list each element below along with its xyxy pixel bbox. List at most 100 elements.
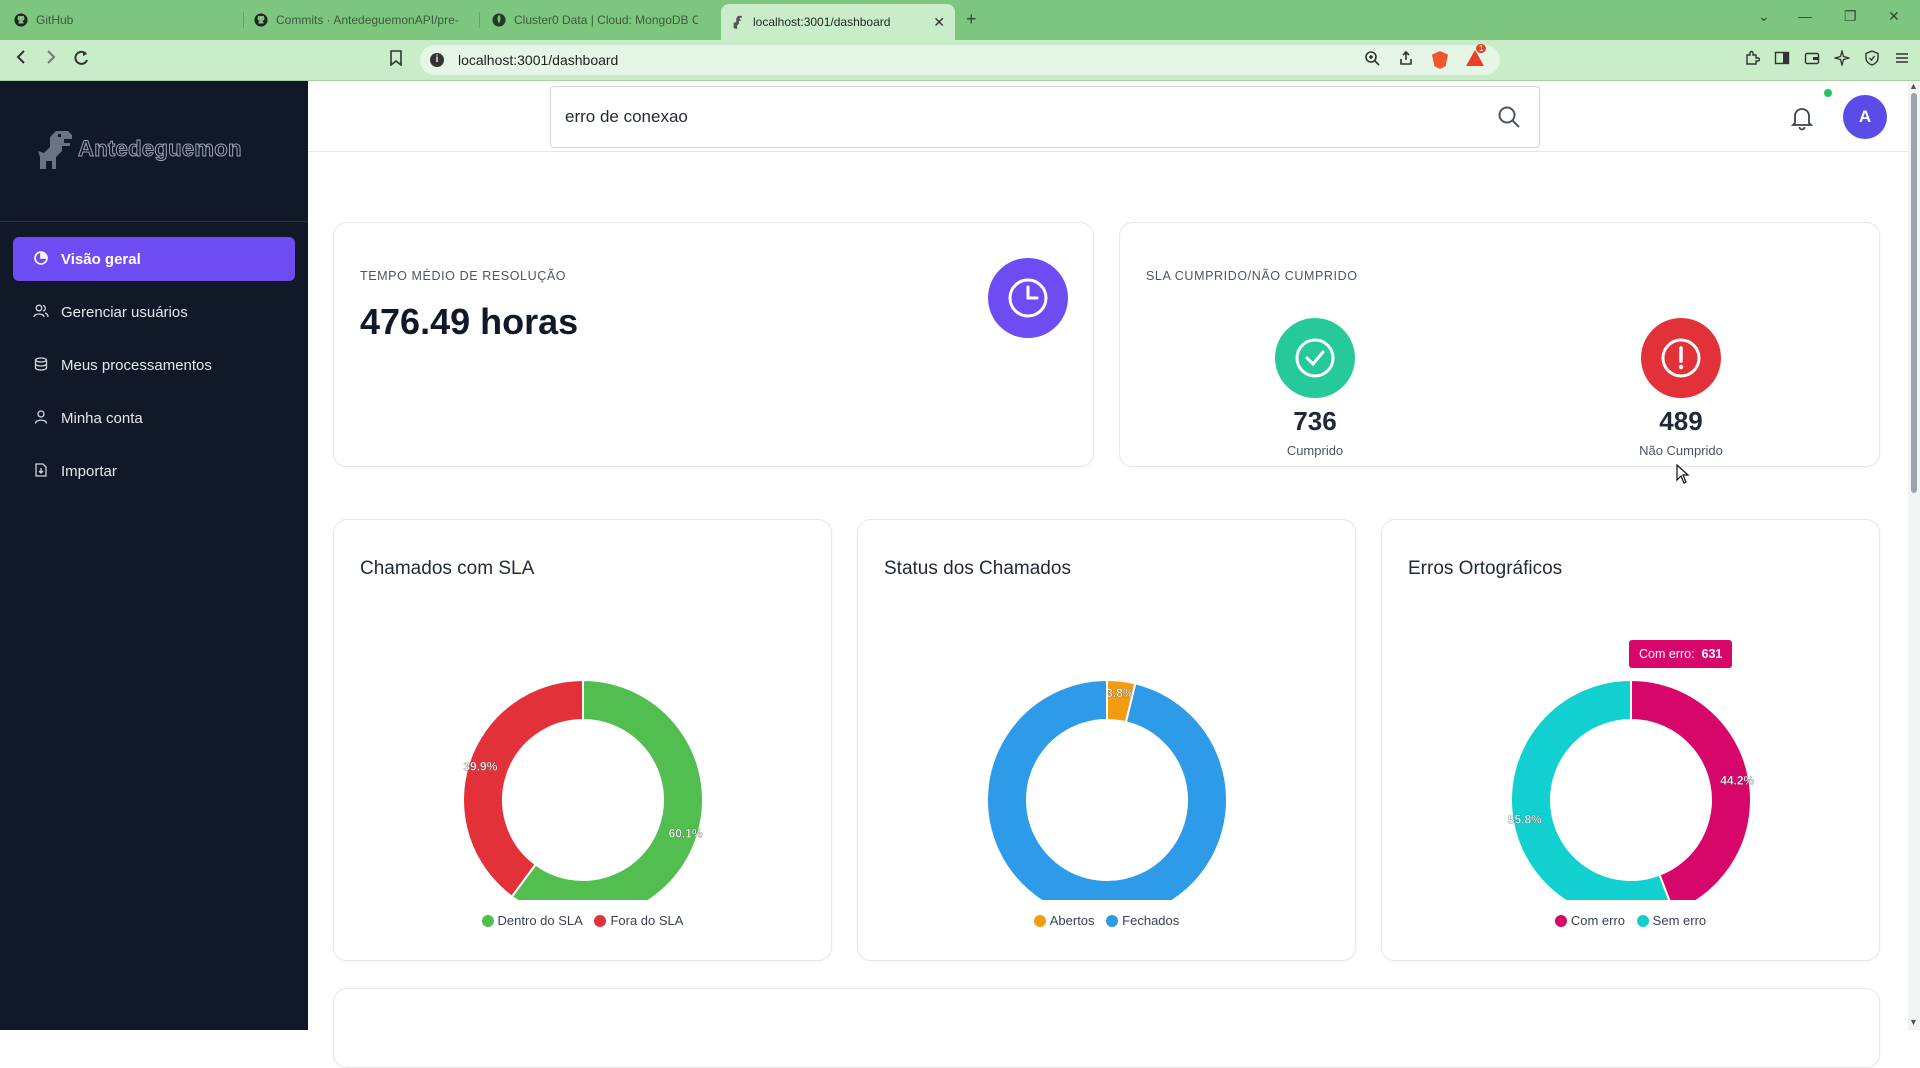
sidebar-item-label: Importar [61,462,117,480]
donut-slice[interactable] [1630,678,1752,900]
minimize-button[interactable]: — [1798,8,1812,24]
legend-item[interactable]: Abertos [1033,913,1095,928]
url-field[interactable]: i localhost:3001/dashboard 1 [420,44,1500,75]
next-card [333,988,1880,1068]
sidebar-divider [0,221,308,222]
vpn-icon[interactable] [1864,50,1880,71]
close-window-button[interactable]: ✕ [1888,8,1900,25]
share-icon[interactable] [1398,50,1414,70]
slice-label: 39.9% [463,759,497,773]
sla-missed-label: Não Cumprido [1639,443,1723,458]
sidebar-toggle-icon[interactable] [1774,50,1790,71]
close-tab-icon[interactable]: ✕ [925,14,945,31]
bell-icon[interactable] [1790,105,1814,136]
search-icon[interactable] [1497,105,1521,134]
scroll-up-arrow-icon[interactable]: ▲ [1909,81,1918,91]
donut-slice[interactable] [462,678,584,899]
wallet-icon[interactable] [1804,50,1820,71]
sidebar-item-label: Meus processamentos [61,356,212,374]
donut-chart-sla[interactable]: 60.1% 39.9% [334,610,833,900]
brand-name: Antedeguemon [78,136,242,162]
mouse-cursor-icon [1676,463,1690,489]
chart-title: Erros Ortográficos [1408,558,1563,579]
rewards-badge: 1 [1476,44,1487,53]
avg-resolution-card: TEMPO MÉDIO DE RESOLUÇÃO 476.49 horas [333,222,1094,467]
check-circle-icon [1275,318,1355,398]
github-icon [14,13,28,27]
back-button[interactable] [14,49,28,70]
sla-missed-value: 489 [1659,406,1703,436]
legend-item[interactable]: Dentro do SLA [481,913,583,928]
tab-dashboard[interactable]: localhost:3001/dashboard ✕ [721,4,955,40]
search-input[interactable] [565,107,1465,127]
chart-card-status: Status dos Chamados 3.8%96.2% Abertos Fe… [857,519,1356,961]
leo-ai-icon[interactable] [1832,48,1852,71]
alert-circle-icon [1641,318,1721,398]
brave-rewards-icon[interactable]: 1 [1466,44,1487,70]
chart-legend: Abertos Fechados [858,913,1355,928]
chart-legend: Dentro do SLA Fora do SLA [334,913,831,928]
extensions-icon[interactable] [1744,50,1761,71]
forward-button[interactable] [44,49,58,70]
sidebar-item-gerenciar-usuarios[interactable]: Gerenciar usuários [13,290,295,334]
dino-logo-icon [36,129,74,169]
slice-label: 44.2% [1720,773,1754,787]
user-icon [33,409,49,427]
page-scrollbar[interactable]: ▲ ▼ [1908,81,1920,1030]
sidebar-item-meus-processamentos[interactable]: Meus processamentos [13,343,295,387]
tab-title: GitHub [36,13,74,27]
pie-icon [33,250,49,268]
new-tab-button[interactable]: + [966,9,977,30]
brand-logo[interactable]: Antedeguemon [36,129,242,169]
address-bar: i localhost:3001/dashboard 1 [0,40,1920,81]
slice-label: 55.8% [1508,813,1542,827]
tab-github[interactable]: GitHub [4,5,242,35]
users-icon [33,304,49,321]
sidebar-item-visao-geral[interactable]: Visão geral [13,237,295,281]
chart-tooltip: Com erro: 631 [1629,640,1733,668]
clock-icon [988,258,1068,338]
sidebar-item-label: Gerenciar usuários [61,303,188,321]
sidebar-item-minha-conta[interactable]: Minha conta [13,396,295,440]
legend-item[interactable]: Fechados [1106,913,1179,928]
donut-chart-status[interactable]: 3.8%96.2% [858,610,1357,900]
scroll-down-arrow-icon[interactable]: ▼ [1909,1017,1918,1027]
brave-shields-icon[interactable] [1432,51,1448,69]
restore-button[interactable]: ❐ [1844,8,1857,25]
sidebar-item-importar[interactable]: Importar [13,449,295,493]
tab-title: Cluster0 Data | Cloud: MongoDB Cl [514,13,698,27]
bookmark-icon[interactable] [390,50,402,71]
github-icon [254,13,268,27]
zoom-icon[interactable] [1364,50,1380,70]
site-info-icon[interactable]: i [430,53,444,67]
search-box [550,86,1540,148]
tab-title: Commits · AntedeguemonAPI/pre- [276,13,459,27]
tab-list-chevron-icon[interactable]: ⌄ [1758,8,1770,25]
chart-title: Status dos Chamados [884,558,1071,579]
tab-mongodb[interactable]: Cluster0 Data | Cloud: MongoDB Cl [482,5,708,35]
scroll-thumb[interactable] [1911,93,1917,493]
sla-met-block: 736 Cumprido [1215,318,1415,458]
chart-card-sla: Chamados com SLA 60.1% 39.9% Dentro do SL… [333,519,832,961]
browser-tab-strip: GitHub Commits · AntedeguemonAPI/pre- Cl… [0,0,1920,40]
url-text: localhost:3001/dashboard [458,52,619,68]
legend-item[interactable]: Fora do SLA [594,913,683,928]
chart-card-spelling: Erros Ortográficos 44.2% 55.8% Com erro: … [1381,519,1880,961]
top-bar: A [308,81,1908,152]
avg-resolution-value: 476.49 horas [360,301,579,342]
sla-missed-block: 489 Não Cumprido [1581,318,1781,458]
sidebar-item-label: Minha conta [61,409,143,427]
tab-title: localhost:3001/dashboard [753,15,891,29]
database-icon [33,356,49,374]
legend-item[interactable]: Sem erro [1636,913,1706,928]
avatar[interactable]: A [1843,95,1887,139]
sidebar-item-label: Visão geral [61,250,141,268]
reload-button[interactable] [72,49,90,72]
legend-item[interactable]: Com erro [1554,913,1625,928]
chart-title: Chamados com SLA [360,558,535,579]
menu-icon[interactable] [1894,50,1910,71]
sla-label: SLA CUMPRIDO/NÃO CUMPRIDO [1146,269,1358,283]
donut-slice[interactable] [986,678,1228,900]
tab-commits[interactable]: Commits · AntedeguemonAPI/pre- [244,5,478,35]
notification-dot [1824,89,1832,97]
